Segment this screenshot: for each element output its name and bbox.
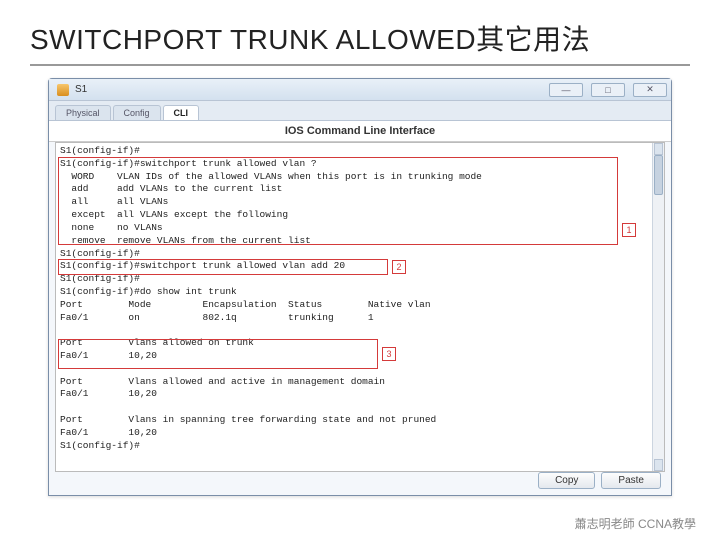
callout-2: 2 [392,260,406,274]
cli-header: IOS Command Line Interface [49,121,671,142]
tab-row: Physical Config CLI [49,101,671,121]
copy-button[interactable]: Copy [538,472,595,489]
cli-output: S1(config-if)# S1(config-if)#switchport … [60,145,660,453]
minimize-button[interactable]: — [549,83,583,97]
title-underline [30,64,690,66]
window-controls: — □ ✕ [549,83,667,97]
slide-footer: 蕭志明老師 CCNA教學 [575,515,696,532]
titlebar: S1 — □ ✕ [49,79,671,101]
tab-cli[interactable]: CLI [163,105,200,120]
tab-config[interactable]: Config [113,105,161,120]
app-window: S1 — □ ✕ Physical Config CLI IOS Command… [48,78,672,496]
window-title: S1 [75,84,549,95]
scroll-thumb[interactable] [654,155,663,195]
cli-button-row: Copy Paste [538,472,661,489]
slide-title: SWITCHPORT TRUNK ALLOWED其它用法 [0,0,720,64]
close-button[interactable]: ✕ [633,83,667,97]
app-icon [57,84,69,96]
paste-button[interactable]: Paste [601,472,661,489]
tab-physical[interactable]: Physical [55,105,111,120]
callout-3: 3 [382,347,396,361]
vertical-scrollbar[interactable] [652,143,664,471]
cli-terminal[interactable]: S1(config-if)# S1(config-if)#switchport … [55,142,665,472]
maximize-button[interactable]: □ [591,83,625,97]
callout-1: 1 [622,223,636,237]
